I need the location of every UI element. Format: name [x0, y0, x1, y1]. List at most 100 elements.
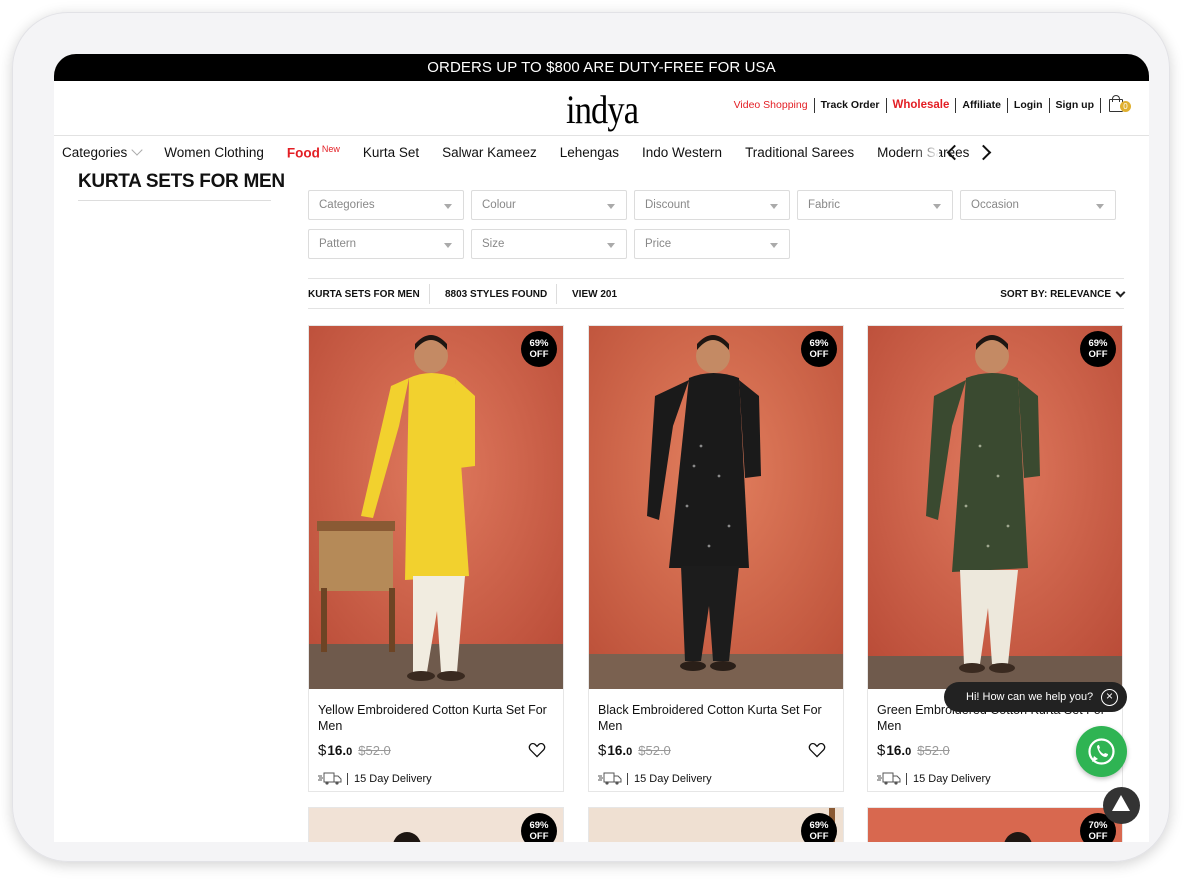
sort-label: SORT BY: RELEVANCE — [1000, 289, 1111, 300]
track-order-link[interactable]: Track Order — [821, 99, 880, 111]
caret-down-icon — [444, 204, 452, 209]
nav-item-label: Food — [286, 145, 320, 161]
heart-icon[interactable] — [808, 742, 826, 758]
product-image[interactable]: 69% OFF — [589, 326, 843, 689]
product-card[interactable]: 69%OFF Green Embroidered Cotton Kurta Se… — [867, 325, 1123, 792]
delivery-divider — [627, 772, 628, 785]
link-divider — [1048, 97, 1050, 113]
nav-item-indo-western[interactable]: Indo Western — [642, 145, 722, 160]
chevron-right-icon[interactable] — [975, 144, 992, 161]
delivery-text: 15 Day Delivery — [913, 772, 991, 785]
nav-item-women-clothing[interactable]: Women Clothing — [164, 145, 264, 160]
results-category: KURTA SETS FOR MEN — [308, 289, 420, 300]
original-price: $52.0 — [358, 743, 391, 758]
top-links: Video Shopping Track Order Wholesale Aff… — [734, 95, 1131, 113]
original-price: $52.0 — [917, 743, 950, 758]
delivery-info: 15 Day Delivery — [318, 772, 432, 785]
scroll-to-top-button[interactable] — [1103, 787, 1140, 824]
caret-down-icon — [933, 204, 941, 209]
nav-item-categories[interactable]: Categories — [62, 144, 143, 160]
shopping-bag-icon[interactable]: 0 — [1109, 95, 1131, 113]
product-card[interactable]: 69% OFF — [308, 807, 564, 842]
truck-icon — [598, 772, 622, 785]
nav-item-traditional-sarees[interactable]: Traditional Sarees — [745, 145, 854, 160]
cart-count: 0 — [1120, 101, 1131, 112]
nav-fade — [914, 136, 939, 169]
results-count: 8803 STYLES FOUND — [445, 289, 548, 300]
filter-colour[interactable]: Colour — [471, 190, 627, 220]
view-count[interactable]: VIEW 201 — [572, 289, 617, 300]
link-divider — [1006, 97, 1008, 113]
product-name[interactable]: Black Embroidered Cotton Kurta Set For M… — [598, 702, 838, 734]
filter-discount[interactable]: Discount — [634, 190, 790, 220]
link-divider — [885, 97, 887, 113]
caret-down-icon — [770, 243, 778, 248]
nav-item-food[interactable]: Food New — [287, 144, 340, 161]
truck-icon — [318, 772, 342, 785]
chat-prompt[interactable]: Hi! How can we help you? × — [944, 682, 1127, 712]
product-card[interactable]: 69% OFF Yellow Embroidered Cotton Kurta S… — [308, 325, 564, 792]
sort-dropdown[interactable]: SORT BY: RELEVANCE — [1000, 287, 1126, 300]
filter-fabric[interactable]: Fabric — [797, 190, 953, 220]
caret-down-icon — [607, 243, 615, 248]
product-price: $16. 0 $52.0 — [877, 742, 950, 759]
chevron-down-icon — [1115, 287, 1126, 297]
filter-size[interactable]: Size — [471, 229, 627, 259]
nav-arrows — [940, 142, 998, 163]
results-bar: KURTA SETS FOR MEN 8803 STYLES FOUND VIE… — [308, 278, 1126, 309]
discount-badge: 69% OFF — [521, 813, 557, 842]
delivery-text: 15 Day Delivery — [354, 772, 432, 785]
product-name[interactable]: Yellow Embroidered Cotton Kurta Set For … — [318, 702, 558, 734]
delivery-divider — [906, 772, 907, 785]
filter-label: Price — [645, 238, 672, 250]
whatsapp-icon[interactable] — [1076, 726, 1127, 777]
browser-viewport: ORDERS UP TO $800 ARE DUTY-FREE FOR USA … — [54, 54, 1149, 842]
heart-icon[interactable] — [528, 742, 546, 758]
product-image[interactable]: 69% OFF — [309, 326, 563, 689]
wholesale-link[interactable]: Wholesale — [893, 99, 950, 111]
filter-label: Colour — [482, 199, 516, 211]
chevron-left-icon[interactable] — [946, 144, 963, 161]
product-card[interactable]: 70% OFF — [867, 807, 1123, 842]
truck-icon — [877, 772, 901, 785]
filter-label: Pattern — [319, 238, 357, 250]
filter-occasion[interactable]: Occasion — [960, 190, 1116, 220]
caret-down-icon — [444, 243, 452, 248]
delivery-info: 15 Day Delivery — [877, 772, 991, 785]
discount-badge: 69% OFF — [521, 331, 557, 367]
product-image[interactable]: 69% OFF — [868, 326, 1122, 689]
video-shopping-link[interactable]: Video Shopping — [734, 99, 808, 111]
logo[interactable]: indya — [566, 86, 639, 133]
discount-badge: 69% OFF — [801, 813, 837, 842]
nav-item-lehengas[interactable]: Lehengas — [560, 145, 619, 160]
nav-item-kurta-set[interactable]: Kurta Set — [363, 145, 419, 160]
page-title: KURTA SETS FOR MEN — [78, 171, 285, 192]
filter-label: Size — [482, 238, 505, 250]
nav-item-salwar-kameez[interactable]: Salwar Kameez — [442, 145, 537, 160]
nav-item-label: Categories — [62, 145, 128, 160]
caret-down-icon — [1096, 204, 1104, 209]
product-price: $16. 0 $52.0 — [318, 742, 391, 759]
discount-badge: 69% OFF — [1080, 331, 1116, 367]
promo-text: ORDERS UP TO $800 ARE DUTY-FREE FOR USA — [427, 59, 776, 76]
results-divider — [429, 284, 430, 304]
filter-categories[interactable]: Categories — [308, 190, 464, 220]
device-frame: ORDERS UP TO $800 ARE DUTY-FREE FOR USA … — [12, 12, 1170, 862]
filter-pattern[interactable]: Pattern — [308, 229, 464, 259]
delivery-divider — [347, 772, 348, 785]
filter-label: Fabric — [808, 199, 840, 211]
caret-down-icon — [770, 204, 778, 209]
filter-price[interactable]: Price — [634, 229, 790, 259]
product-price: $16. 0 $52.0 — [598, 742, 671, 759]
signup-link[interactable]: Sign up — [1056, 99, 1095, 111]
original-price: $52.0 — [638, 743, 671, 758]
close-icon[interactable]: × — [1101, 689, 1118, 706]
link-divider — [1100, 97, 1101, 113]
affiliate-link[interactable]: Affiliate — [962, 99, 1001, 111]
login-link[interactable]: Login — [1014, 99, 1043, 111]
product-card[interactable]: 69% OFF — [588, 807, 844, 842]
arrow-up-icon — [1112, 795, 1130, 811]
discount-badge: 69% OFF — [801, 331, 837, 367]
product-card[interactable]: 69% OFF Black Embroidered Cotton Kurta Se… — [588, 325, 844, 792]
category-nav: Categories Women Clothing Food New Kurta … — [54, 136, 1149, 169]
